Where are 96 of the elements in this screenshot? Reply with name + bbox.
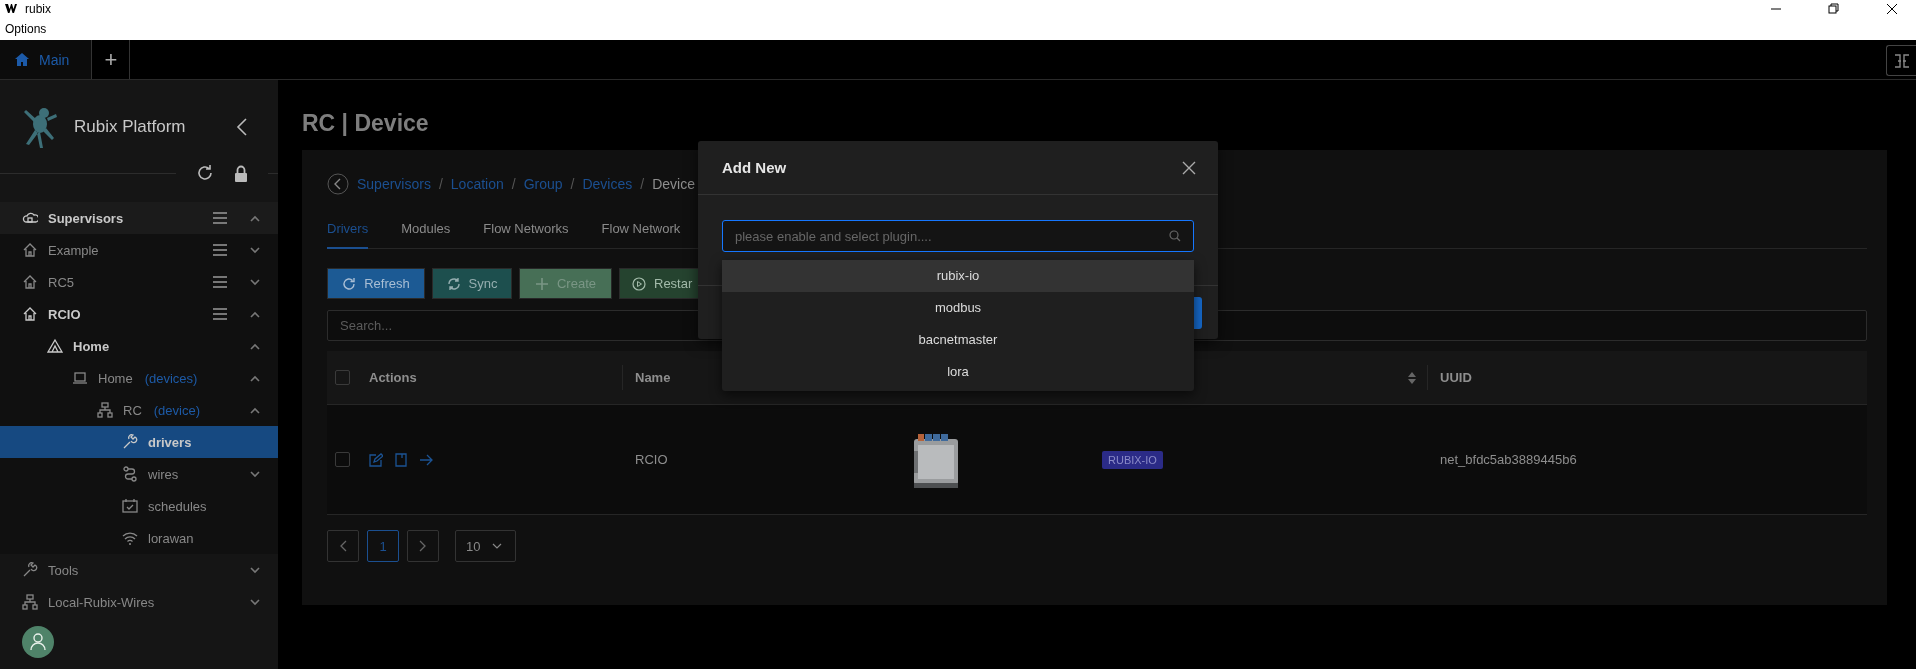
edit-icon[interactable]	[369, 452, 383, 467]
table-cell: net_bfdc5ab3889445b6	[1440, 452, 1577, 467]
arrow-right-icon[interactable]	[419, 453, 433, 466]
column-header: Name	[635, 370, 671, 385]
dropdown-option[interactable]: modbus	[722, 292, 1194, 324]
house-icon	[22, 306, 38, 322]
brand-name: Rubix Platform	[74, 117, 186, 137]
chevron-up-icon[interactable]	[249, 374, 261, 382]
chevron-left-icon	[339, 540, 347, 552]
tree-item[interactable]: Supervisors	[0, 202, 278, 234]
select-all-checkbox[interactable]	[335, 370, 350, 385]
window-title: rubix	[25, 2, 51, 16]
breadcrumb-separator: /	[511, 176, 516, 192]
menu-icon[interactable]	[212, 243, 228, 257]
tree-item[interactable]: RCIO	[0, 298, 278, 330]
nodes-icon	[122, 466, 138, 482]
chevron-down-icon[interactable]	[249, 246, 261, 254]
chevron-down-icon	[492, 543, 503, 549]
breadcrumb-separator: /	[438, 176, 443, 192]
search-icon	[1169, 230, 1181, 242]
split-view-button[interactable]	[1886, 45, 1916, 76]
chevron-right-icon	[419, 540, 427, 552]
dropdown-option[interactable]: bacnetmaster	[722, 324, 1194, 356]
cloud-icon	[22, 210, 38, 226]
wifi-icon	[122, 530, 138, 546]
tree-tag: (devices)	[144, 370, 198, 386]
chevron-down-icon[interactable]	[249, 278, 261, 286]
tree-item[interactable]: wires	[0, 458, 278, 490]
house-icon	[22, 242, 38, 258]
table-cell: RCIO	[635, 452, 668, 467]
house-icon	[22, 274, 38, 290]
tab[interactable]: Flow Network	[601, 218, 681, 249]
back-icon[interactable]	[327, 173, 349, 195]
dropdown-option[interactable]: rubix-io	[722, 260, 1194, 292]
row-checkbox[interactable]	[335, 452, 350, 467]
chevron-up-icon[interactable]	[249, 214, 261, 222]
plugin-tag: RUBIX-IO	[1102, 450, 1163, 469]
breadcrumb-separator: /	[640, 176, 645, 192]
wrench-icon	[22, 562, 38, 578]
breadcrumb-separator: /	[570, 176, 575, 192]
app-tab[interactable]: Main	[0, 40, 93, 79]
laptop-icon	[72, 370, 88, 386]
menu-icon[interactable]	[212, 307, 228, 321]
tree-item[interactable]: RC (device)	[0, 394, 278, 426]
calendar-icon	[122, 498, 138, 514]
tree-item[interactable]: Example	[0, 234, 278, 266]
collapse-icon[interactable]	[236, 118, 248, 136]
tree-item[interactable]: drivers	[0, 426, 278, 458]
tab[interactable]: Modules	[401, 218, 451, 249]
page-title: RC | Device	[302, 109, 430, 138]
network-icon	[22, 594, 38, 610]
triangle-icon	[47, 338, 63, 354]
menu-icon[interactable]	[212, 275, 228, 289]
network-icon	[97, 402, 113, 418]
split-icon	[1893, 53, 1910, 68]
sync-button[interactable]: Sync	[432, 268, 512, 299]
chevron-up-icon[interactable]	[249, 310, 261, 318]
chevron-down-icon[interactable]	[249, 470, 261, 478]
plus-icon	[535, 276, 549, 291]
refresh-icon[interactable]	[196, 164, 214, 182]
chevron-down-icon[interactable]	[249, 598, 261, 606]
user-icon	[30, 633, 46, 651]
lock-icon[interactable]	[234, 164, 248, 182]
wrench-icon	[122, 434, 138, 450]
close-icon[interactable]	[1886, 3, 1898, 15]
column-header: Actions	[369, 370, 417, 385]
sort-icon[interactable]	[1407, 370, 1417, 385]
user-avatar[interactable]	[22, 626, 54, 658]
page-size-select[interactable]: 10	[455, 530, 516, 562]
column-header: UUID	[1440, 370, 1472, 385]
breadcrumb-current: Device	[652, 176, 695, 192]
chevron-up-icon[interactable]	[249, 406, 261, 414]
dialog-title: Add New	[722, 159, 787, 176]
home-icon	[15, 53, 29, 66]
play-circle-icon	[632, 276, 646, 291]
menu-icon[interactable]	[212, 211, 228, 225]
tab[interactable]: Flow Networks	[483, 218, 569, 249]
close-icon[interactable]	[1182, 160, 1196, 175]
tree-item[interactable]: RC5	[0, 266, 278, 298]
refresh-button[interactable]: Refresh	[327, 268, 425, 299]
tree-item[interactable]: Home	[0, 330, 278, 362]
restore-icon[interactable]	[1828, 3, 1840, 15]
tree-item[interactable]: schedules	[0, 490, 278, 522]
sync-icon	[446, 276, 461, 291]
plugin-select[interactable]: please enable and select plugin....	[722, 220, 1194, 252]
tree-tag: (device)	[153, 402, 201, 418]
tree-item[interactable]: lorawan	[0, 522, 278, 554]
add-tab-button[interactable]: +	[92, 40, 131, 79]
dropdown-option[interactable]: lora	[722, 356, 1194, 388]
tree-item[interactable]: Home (devices)	[0, 362, 278, 394]
chevron-up-icon[interactable]	[249, 342, 261, 350]
chevron-down-icon[interactable]	[249, 566, 261, 574]
document-icon[interactable]	[395, 452, 407, 467]
refresh-icon	[342, 276, 357, 291]
menu-item[interactable]: Options	[5, 22, 47, 36]
app-icon	[5, 3, 17, 13]
